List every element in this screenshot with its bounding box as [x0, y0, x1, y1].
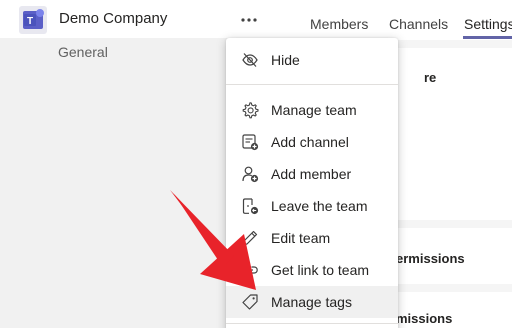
- svg-text:T: T: [27, 16, 33, 27]
- settings-card-title: missions: [396, 311, 453, 326]
- leave-icon: [242, 198, 259, 215]
- menu-item-label: Manage tags: [271, 294, 352, 310]
- team-tabs: Members Channels Settings: [276, 0, 512, 40]
- teams-window: T Demo Company General Members Channels …: [0, 0, 512, 328]
- team-avatar-icon: T: [19, 6, 47, 34]
- menu-divider: [226, 323, 398, 324]
- more-dots-icon: [241, 18, 257, 22]
- menu-item-hide[interactable]: Hide: [226, 44, 398, 76]
- menu-item-add-channel[interactable]: Add channel: [226, 126, 398, 158]
- add-channel-icon: [242, 134, 259, 151]
- menu-item-manage-tags[interactable]: Manage tags: [226, 286, 398, 318]
- tab-settings[interactable]: Settings: [464, 16, 512, 32]
- hide-icon: [242, 53, 258, 67]
- menu-item-label: Leave the team: [271, 198, 368, 214]
- menu-item-label: Edit team: [271, 230, 331, 246]
- menu-item-edit-team[interactable]: Edit team: [226, 222, 398, 254]
- gear-icon: [242, 102, 259, 119]
- settings-card-title: ermissions: [396, 251, 465, 266]
- menu-item-label: Manage team: [271, 102, 357, 118]
- menu-item-label: Add member: [271, 166, 352, 182]
- settings-card[interactable]: re: [396, 48, 512, 220]
- active-tab-indicator: [463, 36, 512, 39]
- settings-card[interactable]: ermissions: [396, 228, 512, 284]
- settings-card-title: re: [424, 70, 437, 85]
- menu-item-label: Get link to team: [271, 262, 370, 278]
- menu-item-add-member[interactable]: Add member: [226, 158, 398, 190]
- add-member-icon: [242, 166, 259, 183]
- pencil-icon: [242, 230, 258, 246]
- menu-item-label: Add channel: [271, 134, 349, 150]
- settings-card[interactable]: missions: [396, 292, 512, 328]
- team-name: Demo Company: [59, 10, 168, 27]
- menu-item-manage-team[interactable]: Manage team: [226, 94, 398, 126]
- menu-item-get-link[interactable]: Get link to team: [226, 254, 398, 286]
- team-context-menu: Hide Manage team Add channel Add member …: [226, 38, 398, 328]
- menu-item-leave-team[interactable]: Leave the team: [226, 190, 398, 222]
- tag-icon: [242, 294, 258, 310]
- menu-divider: [226, 84, 398, 85]
- more-options-button[interactable]: [234, 8, 264, 32]
- link-icon: [242, 266, 258, 274]
- team-row-demo-company[interactable]: T Demo Company: [0, 0, 276, 38]
- menu-item-label: Hide: [271, 52, 300, 68]
- channel-item-general[interactable]: General: [58, 44, 108, 60]
- tab-channels[interactable]: Channels: [389, 16, 448, 32]
- tab-members[interactable]: Members: [310, 16, 368, 32]
